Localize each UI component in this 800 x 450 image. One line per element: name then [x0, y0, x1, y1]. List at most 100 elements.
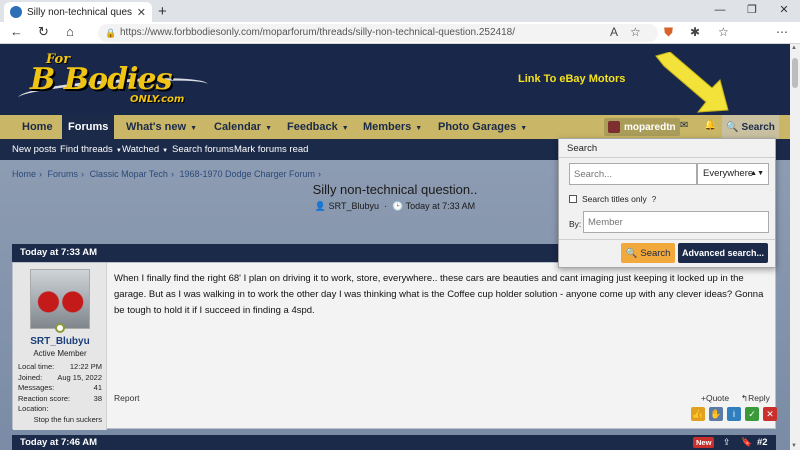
nav-members[interactable]: Members ▼	[357, 115, 428, 139]
chevron-down-icon: ▼	[415, 125, 423, 132]
subnav-mark-forums-read[interactable]: Mark forums read	[234, 139, 308, 160]
site-header: For B Bodies ONLY.com Link To eBay Motor…	[0, 44, 790, 115]
subnav-new-posts[interactable]: New posts	[12, 139, 56, 160]
thread-date[interactable]: Today at 7:33 AM	[406, 201, 476, 211]
user-title: Active Member	[33, 349, 87, 358]
search-input[interactable]	[569, 163, 697, 185]
browser-tab[interactable]: Silly non-technical question.. | Fo ✕	[4, 2, 152, 22]
user-stats: Local time: 12:22 PM Joined: Aug 15, 2022 …	[18, 362, 102, 424]
search-scope-select[interactable]: Everywhere ▲▼	[697, 163, 769, 185]
post-username[interactable]: SRT_Blubyu	[13, 336, 107, 347]
browser-toolbar: ← ↻ ⌂ 🔒 https://www.forbbodiesonly.com/m…	[0, 22, 800, 63]
chevron-down-icon: ▼	[265, 125, 273, 132]
scroll-down-icon: ▼	[791, 443, 797, 449]
user-avatar	[608, 121, 620, 133]
nav-calendar[interactable]: Calendar ▼	[208, 115, 278, 139]
read-aloud-icon[interactable]: A	[610, 25, 618, 39]
search-icon: 🔍	[625, 247, 638, 259]
bookmark-icon[interactable]: 🔖	[741, 437, 752, 448]
reaction-bar: 👍 ✋ i ✓ ✕	[691, 407, 777, 421]
new-tab-button[interactable]: +	[158, 3, 167, 20]
account-username: moparedtn	[624, 121, 676, 133]
reload-icon[interactable]: ↻	[38, 24, 49, 40]
breadcrumb-classic-mopar-tech[interactable]: Classic Mopar Tech	[90, 169, 168, 179]
main-navigation: Home Forums What's new ▼ Calendar ▼ Feedba…	[0, 115, 790, 139]
alerts-bell-icon[interactable]: 🔔	[704, 120, 716, 131]
chevron-down-icon: ▼	[190, 125, 198, 132]
minimize-icon[interactable]: —	[704, 0, 736, 22]
by-label: By:	[569, 219, 582, 229]
close-window-icon[interactable]: ✕	[768, 0, 800, 22]
nav-home[interactable]: Home	[16, 115, 59, 139]
url-text: https://www.forbbodiesonly.com/moparforu…	[120, 27, 516, 38]
subnav-search-forums[interactable]: Search forums	[172, 139, 234, 160]
nav-whats-new[interactable]: What's new ▼	[120, 115, 203, 139]
logo-bbodies-text: B Bodies	[30, 62, 173, 97]
avatar[interactable]	[30, 269, 90, 329]
post-user-column: SRT_Blubyu Active Member Local time: 12:2…	[13, 263, 107, 430]
favorite-star-icon[interactable]: ☆	[630, 25, 641, 39]
share-icon[interactable]: ⇪	[723, 437, 731, 448]
back-arrow-icon[interactable]: ←	[10, 24, 23, 39]
site-favicon-icon	[10, 6, 22, 18]
page-scrollbar[interactable]: ▲ ▼	[790, 44, 800, 450]
home-icon[interactable]: ⌂	[66, 24, 74, 39]
thread-author[interactable]: SRT_Blubyu	[329, 201, 379, 211]
search-popup: Search Everywhere ▲▼ Search titles only …	[558, 138, 776, 268]
help-icon[interactable]: ?	[652, 195, 656, 204]
advanced-search-button[interactable]: Advanced search...	[678, 243, 768, 263]
site-logo[interactable]: For B Bodies ONLY.com	[12, 50, 212, 110]
nav-forums[interactable]: Forums	[62, 115, 115, 139]
new-badge: New	[693, 437, 715, 448]
post-message: When I finally find the right 68' I plan…	[114, 273, 764, 316]
popup-title: Search	[567, 143, 598, 154]
address-bar[interactable]: 🔒 https://www.forbbodiesonly.com/moparfo…	[98, 24, 658, 42]
breadcrumb-charger-forum[interactable]: 1968-1970 Dodge Charger Forum	[179, 169, 315, 179]
post-2-number[interactable]: #2	[757, 437, 768, 448]
search-icon: 🔍	[726, 121, 739, 133]
ebay-motors-link[interactable]: Link To eBay Motors	[518, 73, 625, 85]
breadcrumb-forums[interactable]: Forums	[48, 169, 79, 179]
popup-search-button[interactable]: 🔍 Search	[621, 243, 675, 263]
nav-feedback[interactable]: Feedback ▼	[281, 115, 355, 139]
nav-photo-garages[interactable]: Photo Garages ▼	[432, 115, 533, 139]
quote-link[interactable]: +Quote	[701, 393, 729, 403]
search-titles-only[interactable]: Search titles only ?	[569, 194, 656, 204]
breadcrumb: Home › Forums › Classic Mopar Tech › 1968-1…	[12, 169, 322, 179]
subnav-find-threads[interactable]: Find threads ▼	[60, 139, 122, 162]
chevron-down-icon: ▼	[341, 125, 349, 132]
post-2-header[interactable]: Today at 7:46 AM	[12, 435, 776, 450]
scroll-up-icon: ▲	[791, 45, 797, 51]
user-account-menu[interactable]: moparedtn	[604, 118, 680, 136]
like-thumb-icon[interactable]: 👍	[691, 407, 705, 421]
up-down-arrows-icon: ▲▼	[750, 170, 764, 177]
member-input[interactable]	[583, 211, 769, 233]
x-mark-icon[interactable]: ✕	[763, 407, 777, 421]
extension-shield-icon[interactable]: ⛊	[664, 25, 673, 40]
inbox-envelope-icon[interactable]: ✉	[680, 120, 688, 131]
header-search-button[interactable]: 🔍 Search	[722, 115, 779, 139]
info-icon[interactable]: i	[727, 407, 741, 421]
checkmark-icon[interactable]: ✓	[745, 407, 759, 421]
titles-only-checkbox[interactable]	[569, 195, 577, 203]
online-status-icon	[55, 323, 65, 333]
more-menu-icon[interactable]: ⋯	[776, 25, 788, 39]
reply-link[interactable]: ↰Reply	[741, 393, 770, 404]
maximize-icon[interactable]: ❐	[736, 0, 768, 22]
chevron-down-icon: ▼	[162, 148, 169, 154]
scrollbar-thumb[interactable]	[792, 58, 798, 88]
window-controls: — ❐ ✕	[704, 0, 800, 22]
tab-title: Silly non-technical question.. | Fo	[27, 6, 132, 18]
tab-close-icon[interactable]: ✕	[137, 6, 146, 19]
breadcrumb-home[interactable]: Home	[12, 169, 36, 179]
lock-icon: 🔒	[105, 28, 117, 38]
collections-icon[interactable]: ☆	[718, 25, 729, 39]
report-link[interactable]: Report	[114, 393, 140, 403]
popup-divider	[559, 157, 775, 158]
handshake-icon[interactable]: ✋	[709, 407, 723, 421]
subnav-watched[interactable]: Watched ▼	[122, 139, 168, 162]
extensions-puzzle-icon[interactable]: ✱	[690, 25, 700, 39]
post-body: SRT_Blubyu Active Member Local time: 12:2…	[12, 262, 777, 430]
chevron-down-icon: ▼	[115, 148, 122, 154]
logo-only-text: ONLY.com	[130, 94, 185, 105]
